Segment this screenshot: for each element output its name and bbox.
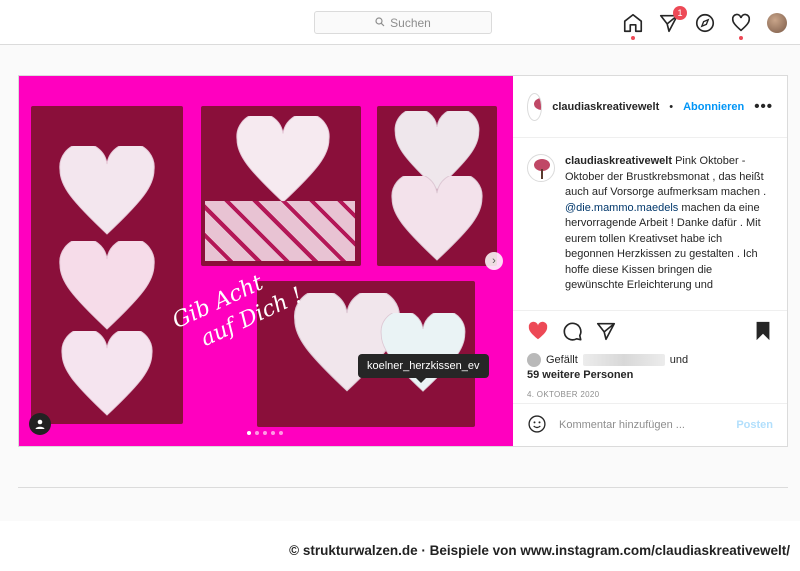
more-options-icon[interactable]: ••• <box>754 98 773 115</box>
activity-heart-icon[interactable] <box>730 12 752 40</box>
post-sidebar: claudiaskreativewelt • Abonnieren ••• cl… <box>513 76 787 446</box>
post-date[interactable]: 4. OKTOBER 2020 <box>527 390 773 399</box>
post-card: Gib Acht auf Dich ! › koelner_herzkissen… <box>18 75 788 447</box>
next-image-button[interactable]: › <box>485 252 503 270</box>
author-avatar[interactable] <box>527 92 543 121</box>
caption-text-2: machen da eine hervorragende Arbeit ! Da… <box>565 201 761 292</box>
carousel-dots <box>247 431 283 435</box>
photo-middle-cushion <box>201 106 361 266</box>
search-input[interactable]: Suchen <box>314 11 492 34</box>
post-media[interactable]: Gib Acht auf Dich ! › koelner_herzkissen… <box>19 76 513 446</box>
caption-username[interactable]: claudiaskreativewelt <box>565 155 672 167</box>
blurred-username <box>582 354 665 366</box>
top-nav: 1 <box>622 6 788 40</box>
activity-dot <box>739 36 743 40</box>
home-icon[interactable] <box>622 12 644 40</box>
likes-prefix: Gefällt <box>546 354 578 366</box>
emoji-icon[interactable] <box>527 414 547 437</box>
comment-icon[interactable] <box>561 320 583 347</box>
post-comment-button[interactable]: Posten <box>736 419 773 431</box>
search-icon <box>375 16 385 30</box>
caption-mention[interactable]: @die.mammo.maedels <box>565 202 678 214</box>
profile-avatar[interactable] <box>766 12 788 34</box>
search-placeholder: Suchen <box>390 15 431 30</box>
action-bar <box>527 321 773 345</box>
notification-badge: 1 <box>673 6 687 20</box>
feed-divider <box>18 487 788 488</box>
author-username[interactable]: claudiaskreativewelt <box>552 101 659 113</box>
photo-right-cushions <box>377 106 497 266</box>
comment-input[interactable]: Kommentar hinzufügen ... <box>559 419 685 431</box>
likes-line: Gefällt und <box>527 353 773 367</box>
post-actions-section: Gefällt und 59 weitere Personen 4. OKTOB… <box>513 310 787 399</box>
credit-text: © strukturwalzen.de · Beispiele von www.… <box>289 543 790 558</box>
share-icon[interactable] <box>595 320 617 347</box>
caption: claudiaskreativewelt Pink Oktober - Okto… <box>527 154 773 304</box>
bookmark-icon[interactable] <box>753 320 773 347</box>
tagged-users-icon[interactable] <box>29 413 51 435</box>
separator-dot: • <box>669 100 674 113</box>
home-dot <box>631 36 635 40</box>
credit-footer: © strukturwalzen.de · Beispiele von www.… <box>0 521 800 571</box>
post-header: claudiaskreativewelt • Abonnieren ••• <box>513 76 787 138</box>
follow-button[interactable]: Abonnieren <box>683 101 744 113</box>
top-bar: Suchen 1 <box>0 0 800 45</box>
liker-avatar[interactable] <box>527 353 541 367</box>
photo-left-cushions <box>31 106 183 424</box>
user-tag-tooltip[interactable]: koelner_herzkissen_ev <box>358 354 489 383</box>
likes-count[interactable]: 59 weitere Personen <box>527 369 773 381</box>
caption-avatar[interactable] <box>527 154 555 182</box>
direct-icon[interactable]: 1 <box>658 6 687 34</box>
like-heart-icon[interactable] <box>527 320 549 347</box>
likes-mid: und <box>669 354 689 366</box>
comment-box: Kommentar hinzufügen ... Posten <box>513 403 787 446</box>
explore-icon[interactable] <box>694 12 716 34</box>
